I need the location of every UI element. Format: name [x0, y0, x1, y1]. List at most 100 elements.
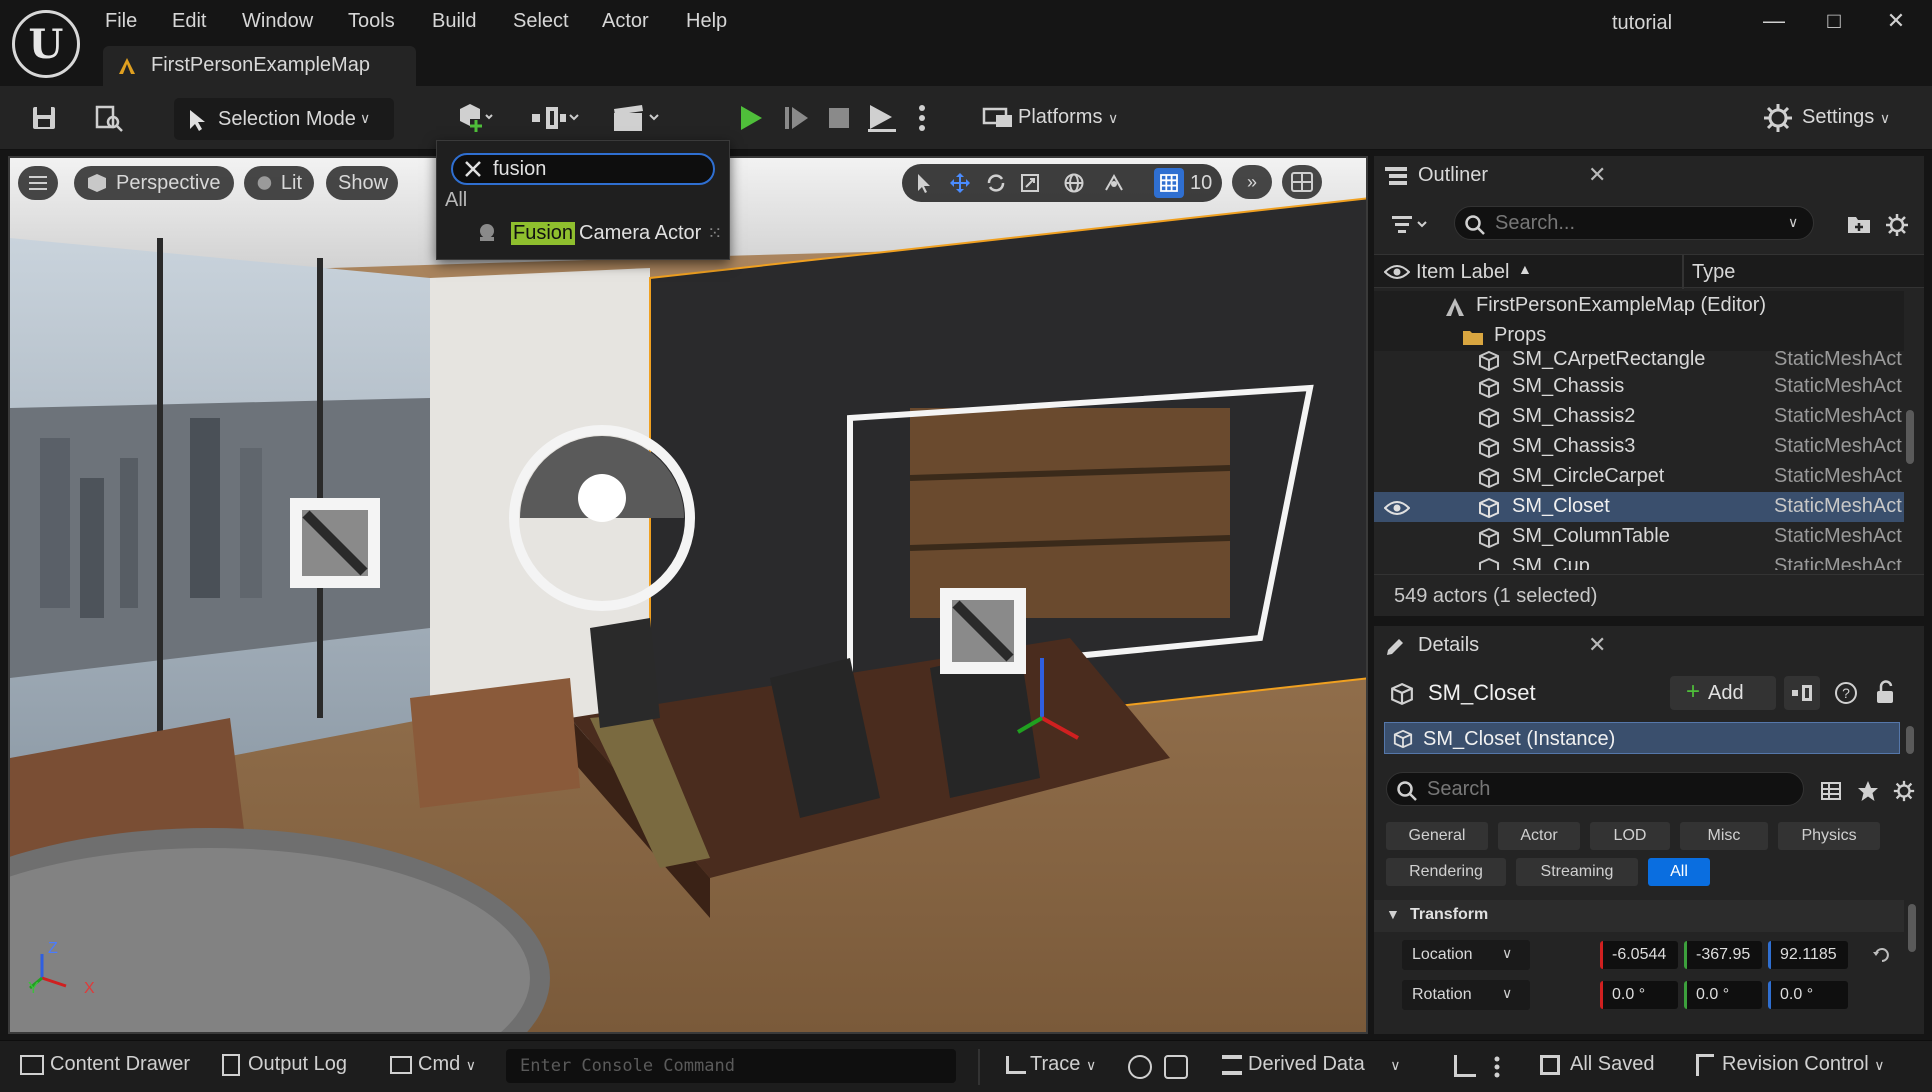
- column-item-label[interactable]: Item Label: [1416, 261, 1509, 284]
- tree-row-item[interactable]: SM_Cup StaticMeshAct: [1374, 552, 1904, 570]
- outliner-tab[interactable]: Outliner ✕: [1374, 156, 1624, 196]
- filter-rendering[interactable]: Rendering: [1386, 858, 1506, 886]
- tab-map[interactable]: FirstPersonExampleMap: [103, 46, 416, 86]
- cinematics-button[interactable]: [608, 96, 670, 140]
- grid-snap-value[interactable]: 10: [1190, 172, 1212, 195]
- selected-actor-name[interactable]: SM_Closet: [1428, 680, 1536, 706]
- outliner-search-input[interactable]: Search...: [1454, 206, 1814, 240]
- tree-row-item[interactable]: SM_Chassis3 StaticMeshAct: [1374, 432, 1904, 462]
- component-instance-row[interactable]: SM_Closet (Instance): [1384, 722, 1900, 754]
- derived-data-dropdown[interactable]: Derived Data ∨: [1222, 1053, 1401, 1076]
- output-log-button[interactable]: Output Log: [222, 1053, 347, 1076]
- revision-control-dropdown[interactable]: Revision Control ∨: [1696, 1053, 1885, 1076]
- column-type[interactable]: Type: [1692, 261, 1735, 284]
- tree-row-item[interactable]: SM_CircleCarpet StaticMeshAct: [1374, 462, 1904, 492]
- tree-row-item[interactable]: SM_ColumnTable StaticMeshAct: [1374, 522, 1904, 552]
- close-icon[interactable]: ✕: [1588, 162, 1606, 188]
- rotation-dropdown[interactable]: Rotation ∨: [1402, 980, 1530, 1010]
- level-viewport[interactable]: Z Y X Perspective Lit Show 10 »: [8, 156, 1368, 1034]
- filter-actor[interactable]: Actor: [1498, 822, 1580, 850]
- menu-help[interactable]: Help: [686, 10, 727, 33]
- all-saved-button[interactable]: All Saved: [1540, 1053, 1655, 1076]
- filter-general[interactable]: General: [1386, 822, 1488, 850]
- new-folder-icon[interactable]: [1846, 212, 1872, 236]
- gear-icon[interactable]: [1892, 779, 1916, 803]
- tree-row-item[interactable]: SM_Chassis2 StaticMeshAct: [1374, 402, 1904, 432]
- rotation-y-field[interactable]: 0.0 °: [1684, 981, 1762, 1009]
- menu-file[interactable]: File: [105, 10, 137, 33]
- table-view-icon[interactable]: [1820, 780, 1842, 802]
- gear-icon[interactable]: [1884, 212, 1910, 238]
- platforms-icon[interactable]: [980, 96, 1016, 140]
- selection-mode-dropdown[interactable]: Selection Mode ∨: [174, 98, 394, 140]
- drag-handle-icon[interactable]: ⁙: [707, 223, 722, 244]
- visibility-eye-icon[interactable]: [1384, 499, 1410, 517]
- lock-icon[interactable]: [1874, 680, 1896, 704]
- filter-physics[interactable]: Physics: [1778, 822, 1880, 850]
- record-trace-icon[interactable]: [1128, 1055, 1152, 1079]
- cmd-dropdown[interactable]: Cmd ∨: [390, 1053, 476, 1076]
- transform-section-header[interactable]: ▼ Transform: [1374, 900, 1904, 932]
- details-search-input[interactable]: Search: [1386, 772, 1804, 806]
- translate-tool-icon[interactable]: [946, 169, 974, 197]
- tree-row-item[interactable]: SM_CArpetRectangle StaticMeshAct: [1374, 345, 1904, 375]
- add-actor-button[interactable]: [444, 96, 504, 140]
- step-icon[interactable]: [778, 96, 814, 140]
- viewport-layout-button[interactable]: [1282, 165, 1322, 199]
- search-result-fusion-camera-actor[interactable]: Fusion Camera Actor ⁙: [475, 217, 722, 249]
- close-icon[interactable]: ✕: [1588, 632, 1606, 658]
- visibility-eye-icon[interactable]: [1384, 263, 1410, 281]
- chevron-down-icon[interactable]: ∨: [1788, 214, 1798, 231]
- menu-actor[interactable]: Actor: [602, 10, 649, 33]
- more-options-icon[interactable]: [912, 96, 932, 140]
- close-window-button[interactable]: ✕: [1876, 8, 1916, 38]
- filter-lod[interactable]: LOD: [1590, 822, 1670, 850]
- expand-toolbar-button[interactable]: »: [1232, 165, 1272, 199]
- location-dropdown[interactable]: Location ∨: [1402, 940, 1530, 970]
- play-icon[interactable]: [730, 96, 770, 140]
- tree-row-item[interactable]: SM_Chassis StaticMeshAct: [1374, 372, 1904, 402]
- rotation-z-field[interactable]: 0.0 °: [1768, 981, 1848, 1009]
- blueprint-button[interactable]: [528, 96, 586, 140]
- outliner-scrollbar[interactable]: [1906, 410, 1914, 464]
- component-scrollbar[interactable]: [1906, 726, 1914, 754]
- location-z-field[interactable]: 92.1185: [1768, 941, 1848, 969]
- menu-edit[interactable]: Edit: [172, 10, 206, 33]
- tree-row-item-selected[interactable]: SM_Closet StaticMeshAct: [1374, 492, 1904, 522]
- world-space-icon[interactable]: [1060, 169, 1088, 197]
- filter-misc[interactable]: Misc: [1680, 822, 1768, 850]
- blueprint-convert-button[interactable]: [1784, 676, 1820, 710]
- menu-tools[interactable]: Tools: [348, 10, 395, 33]
- add-component-button[interactable]: + Add: [1670, 676, 1776, 710]
- menu-select[interactable]: Select: [513, 10, 569, 33]
- filter-streaming[interactable]: Streaming: [1516, 858, 1638, 886]
- settings-button[interactable]: Settings ∨: [1802, 106, 1890, 129]
- menu-build[interactable]: Build: [432, 10, 476, 33]
- perspective-button[interactable]: Perspective: [74, 166, 234, 200]
- save-icon[interactable]: [28, 96, 60, 140]
- gear-icon[interactable]: [1760, 96, 1796, 140]
- platforms-button[interactable]: Platforms ∨: [1018, 106, 1118, 129]
- help-icon[interactable]: ?: [1834, 681, 1858, 705]
- select-tool-icon[interactable]: [910, 169, 938, 197]
- actor-search-input[interactable]: fusion: [451, 153, 715, 185]
- more-options-icon[interactable]: [1494, 1055, 1500, 1079]
- details-tab[interactable]: Details ✕: [1374, 626, 1624, 666]
- star-icon[interactable]: [1856, 779, 1880, 803]
- menu-window[interactable]: Window: [242, 10, 313, 33]
- details-scrollbar[interactable]: [1908, 904, 1916, 952]
- scale-tool-icon[interactable]: [1016, 169, 1044, 197]
- grid-snap-button[interactable]: [1154, 168, 1184, 198]
- source-control-status-icon[interactable]: [1454, 1055, 1476, 1077]
- trace-dropdown[interactable]: Trace ∨: [1006, 1053, 1096, 1076]
- lit-button[interactable]: Lit: [244, 166, 314, 200]
- show-button[interactable]: Show: [326, 166, 398, 200]
- console-input[interactable]: Enter Console Command: [506, 1049, 956, 1083]
- location-x-field[interactable]: -6.0544: [1600, 941, 1678, 969]
- maximize-button[interactable]: □: [1814, 8, 1854, 38]
- content-drawer-button[interactable]: Content Drawer: [20, 1053, 190, 1076]
- rotate-tool-icon[interactable]: [982, 169, 1010, 197]
- surface-snap-icon[interactable]: [1100, 169, 1128, 197]
- eject-icon[interactable]: [862, 96, 902, 140]
- rotation-x-field[interactable]: 0.0 °: [1600, 981, 1678, 1009]
